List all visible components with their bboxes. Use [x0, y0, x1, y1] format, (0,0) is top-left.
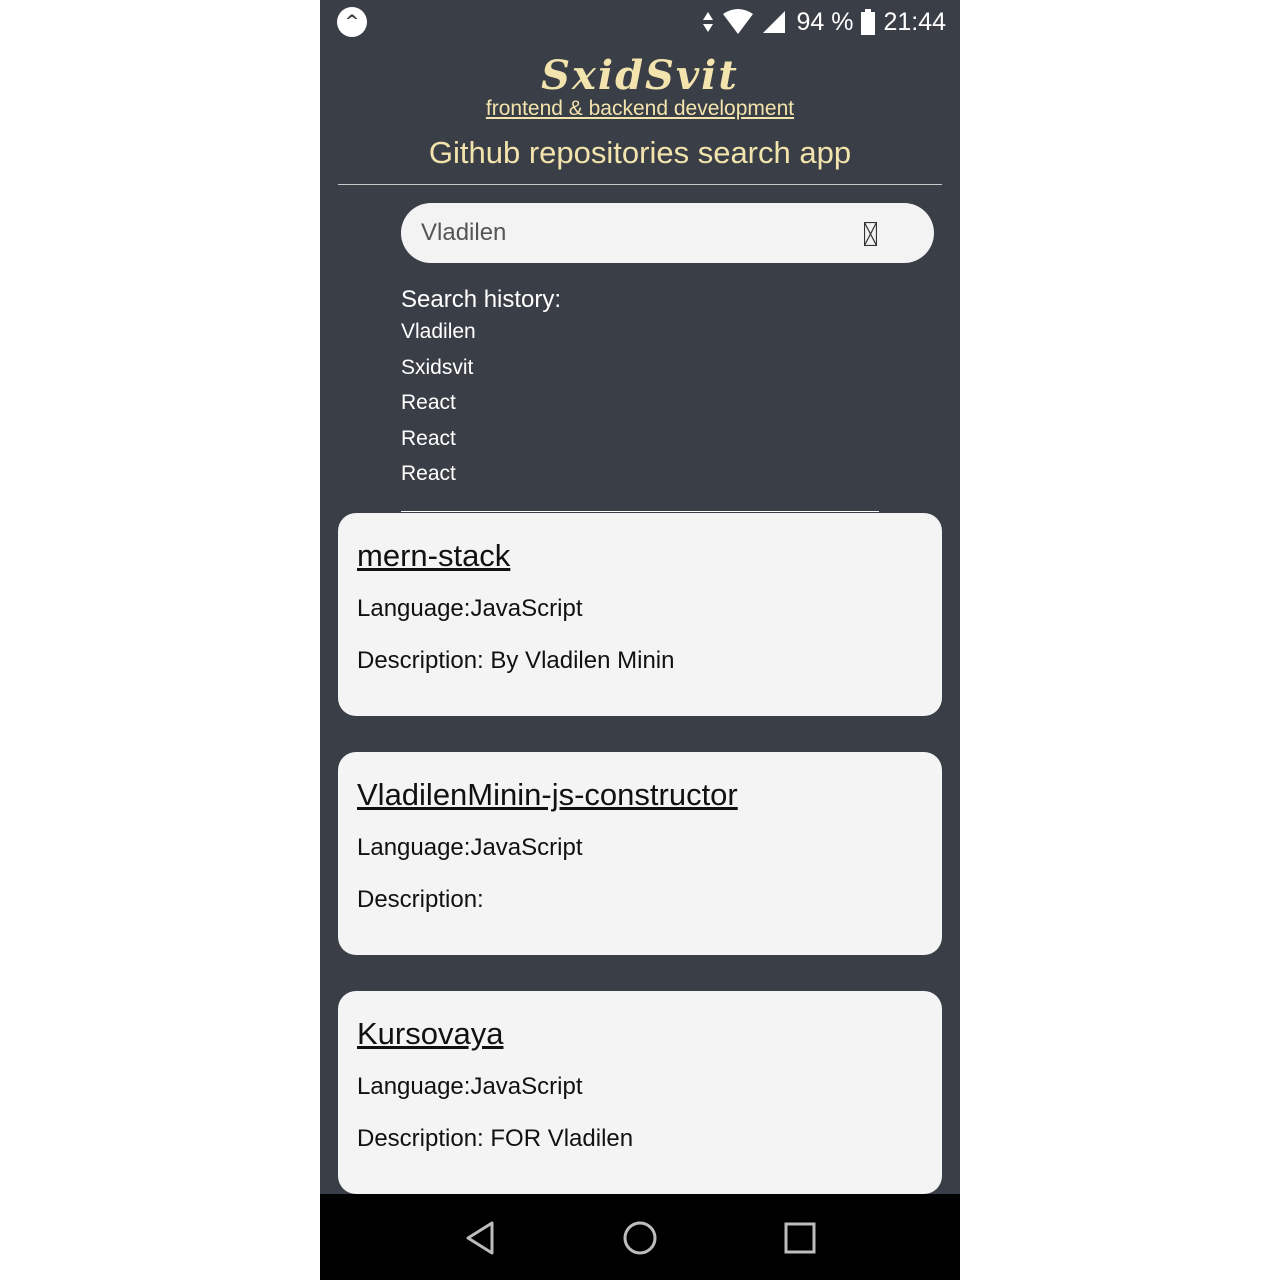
repo-card: mern-stack Language:JavaScript Descripti… [338, 513, 942, 716]
history-item[interactable]: React [401, 390, 476, 426]
brand-tagline[interactable]: frontend & backend development [320, 97, 960, 121]
battery-percent: 94 % [796, 7, 854, 36]
repo-description: Description: FOR Vladilen [357, 1125, 634, 1152]
recents-icon[interactable] [780, 1218, 820, 1258]
search-history-title: Search history: [401, 286, 562, 313]
search-box[interactable] [401, 203, 934, 263]
phone-screen: ^ 94 % 21:44 SxidSvit frontend & backend… [320, 0, 960, 1280]
repo-description: Description: [357, 886, 484, 913]
repo-link[interactable]: VladilenMinin-js-constructor [357, 778, 923, 820]
signal-icon [763, 11, 786, 33]
clock: 21:44 [883, 7, 946, 36]
header-divider [338, 184, 942, 185]
page-title: Github repositories search app [428, 135, 852, 170]
repo-language: Language:JavaScript [357, 834, 583, 861]
brand-logo: SxidSvit [541, 52, 739, 99]
back-icon[interactable] [460, 1218, 500, 1258]
history-item[interactable]: Sxidsvit [401, 355, 476, 391]
history-item[interactable]: React [401, 426, 476, 462]
search-input[interactable] [421, 203, 851, 263]
status-bar: ^ 94 % 21:44 [320, 0, 960, 44]
app-notification-icon: ^ [337, 7, 367, 37]
repo-description: Description: By Vladilen Minin [357, 647, 675, 674]
repo-link[interactable]: mern-stack [357, 539, 923, 581]
history-item[interactable]: Vladilen [401, 319, 476, 355]
battery-icon [861, 9, 876, 35]
search-icon[interactable] [864, 222, 877, 246]
repo-language: Language:JavaScript [357, 1073, 583, 1100]
history-item[interactable]: React [401, 461, 476, 497]
repo-card: Kursovaya Language:JavaScript Descriptio… [338, 991, 942, 1194]
navigation-bar [320, 1194, 960, 1280]
repo-list: mern-stack Language:JavaScript Descripti… [338, 513, 942, 1230]
history-divider [401, 511, 879, 512]
home-icon[interactable] [620, 1218, 660, 1258]
wifi-icon [723, 9, 754, 34]
status-indicators: 94 % 21:44 [702, 6, 946, 38]
repo-card: VladilenMinin-js-constructor Language:Ja… [338, 752, 942, 955]
repo-link[interactable]: Kursovaya [357, 1017, 923, 1059]
search-history-list: Vladilen Sxidsvit React React React [401, 319, 476, 497]
repo-language: Language:JavaScript [357, 595, 583, 622]
data-arrows-icon [703, 12, 714, 32]
